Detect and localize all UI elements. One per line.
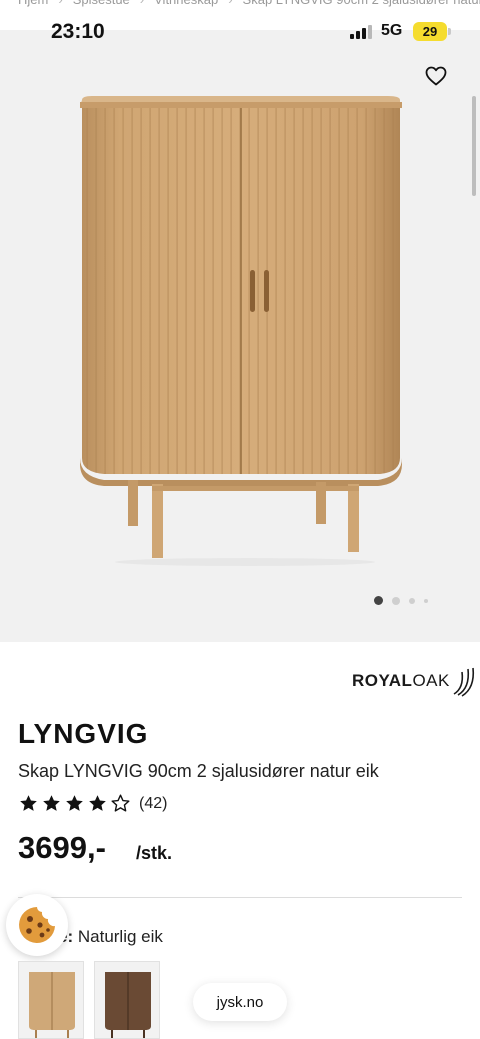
cellular-signal-icon [350,25,374,39]
color-selector-label: e: Naturlig eik [58,927,163,947]
gallery-dot[interactable] [424,598,428,603]
product-price: 3699,- [18,830,106,865]
variant-thumb-dark-oak[interactable] [94,961,160,1039]
status-time: 23:10 [51,20,105,43]
product-image [80,96,402,566]
star-filled-icon [89,795,106,811]
battery-icon: 29 [413,22,447,41]
battery-level: 29 [422,24,438,39]
gallery-scrollbar[interactable] [472,96,476,196]
network-type: 5G [381,22,403,39]
product-page: Hjem › Spisestue › Vitrineskap › Skap LY… [0,0,480,1039]
browser-url: jysk.no [216,993,264,1011]
variant-thumb-natural-oak[interactable] [18,961,84,1039]
product-rating[interactable]: (42) [18,793,167,814]
cookie-consent-button[interactable] [6,894,68,956]
review-count[interactable]: (42) [139,795,167,813]
cookie-icon [19,907,55,943]
gallery-dot[interactable] [374,596,383,605]
price-unit: /stk. [136,843,173,863]
variant-image [29,972,75,1038]
star-filled-icon [43,795,60,811]
brand-rays-icon [453,667,474,697]
heart-outline-icon[interactable] [424,64,448,88]
star-outline-icon [111,794,130,812]
divider [18,897,462,898]
variant-image [105,972,151,1038]
gallery-pagination[interactable] [374,596,428,605]
star-filled-icon [66,795,83,811]
status-bar: 23:10 5G 29 [0,0,480,54]
color-value: Naturlig eik [77,927,163,946]
brand-logo[interactable]: ROYAL OAK [352,664,476,698]
brand-name-light: OAK [412,671,450,690]
browser-url-pill[interactable]: jysk.no [193,983,287,1021]
gallery-dot[interactable] [392,596,400,605]
rating-stars [18,793,131,814]
star-filled-icon [20,795,37,811]
battery-tip [448,28,451,35]
gallery-dot[interactable] [409,597,415,604]
product-gallery[interactable] [0,30,480,642]
brand-name-bold: ROYAL [352,671,413,690]
product-title: LYNGVIG [18,718,149,749]
product-description: Skap LYNGVIG 90cm 2 sjalusidører natur e… [18,761,379,781]
